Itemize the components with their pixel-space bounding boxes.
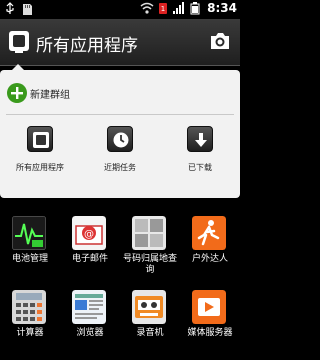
svg-text:@: @ <box>84 229 94 240</box>
app-browser[interactable]: 浏览器 <box>60 288 120 358</box>
email-icon: @ <box>72 216 106 250</box>
app-email[interactable]: @ 电子邮件 <box>60 214 120 284</box>
popup-arrow <box>11 64 25 71</box>
quick-menu-popup: 新建群组 所有应用程序 近期任务 已下载 <box>0 64 240 198</box>
quick-action-label: 所有应用程序 <box>16 163 64 172</box>
quick-action-label: 近期任务 <box>104 163 136 172</box>
browser-icon <box>72 290 106 324</box>
quick-action-recent-tasks[interactable]: 近期任务 <box>80 124 160 194</box>
new-group-label: 新建群组 <box>30 90 70 101</box>
clock-time: 8:34 <box>207 1 237 15</box>
all-apps-icon <box>27 126 53 152</box>
app-label: 电池管理 <box>11 254 48 264</box>
page-title: 所有应用程序 <box>36 36 138 56</box>
new-group-item[interactable]: 新建群组 <box>0 78 240 110</box>
app-label: 号码归属地查询 <box>122 254 177 275</box>
outdoor-icon <box>192 216 226 250</box>
quick-action-all-apps[interactable]: 所有应用程序 <box>0 124 80 194</box>
app-recorder[interactable]: 录音机 <box>120 288 180 358</box>
app-label: 录音机 <box>136 328 164 338</box>
recorder-icon <box>132 290 166 324</box>
clock-icon <box>107 126 133 152</box>
media-server-icon <box>192 290 226 324</box>
calculator-icon <box>12 290 46 324</box>
usb-icon <box>6 2 14 14</box>
app-label: 计算器 <box>16 328 44 338</box>
sd-card-icon <box>23 4 32 15</box>
app-label: 电子邮件 <box>71 254 108 264</box>
status-bar: 1 8:34 <box>0 0 240 19</box>
phone-lookup-icon <box>132 216 166 250</box>
battery-manager-icon <box>12 216 46 250</box>
add-icon <box>7 83 27 103</box>
app-outdoor[interactable]: 户外达人 <box>180 214 240 284</box>
signal-icon <box>173 2 185 14</box>
app-label: 浏览器 <box>76 328 104 338</box>
svg-text:1: 1 <box>161 5 165 13</box>
app-calculator[interactable]: 计算器 <box>0 288 60 358</box>
sim-icon: 1 <box>159 3 168 14</box>
app-label: 媒体服务器 <box>187 328 233 338</box>
app-battery-manager[interactable]: 电池管理 <box>0 214 60 284</box>
camera-icon[interactable] <box>208 29 232 53</box>
divider <box>6 114 234 115</box>
battery-icon <box>190 2 200 15</box>
wifi-icon <box>140 2 154 14</box>
download-icon <box>187 126 213 152</box>
app-drawer-icon[interactable] <box>8 30 30 54</box>
title-bar: 所有应用程序 <box>0 19 240 66</box>
quick-action-downloaded[interactable]: 已下载 <box>160 124 240 194</box>
quick-action-label: 已下载 <box>188 163 212 172</box>
app-phone-lookup[interactable]: 号码归属地查询 <box>120 214 180 284</box>
app-label: 户外达人 <box>191 254 228 264</box>
app-media-server[interactable]: 媒体服务器 <box>180 288 240 358</box>
